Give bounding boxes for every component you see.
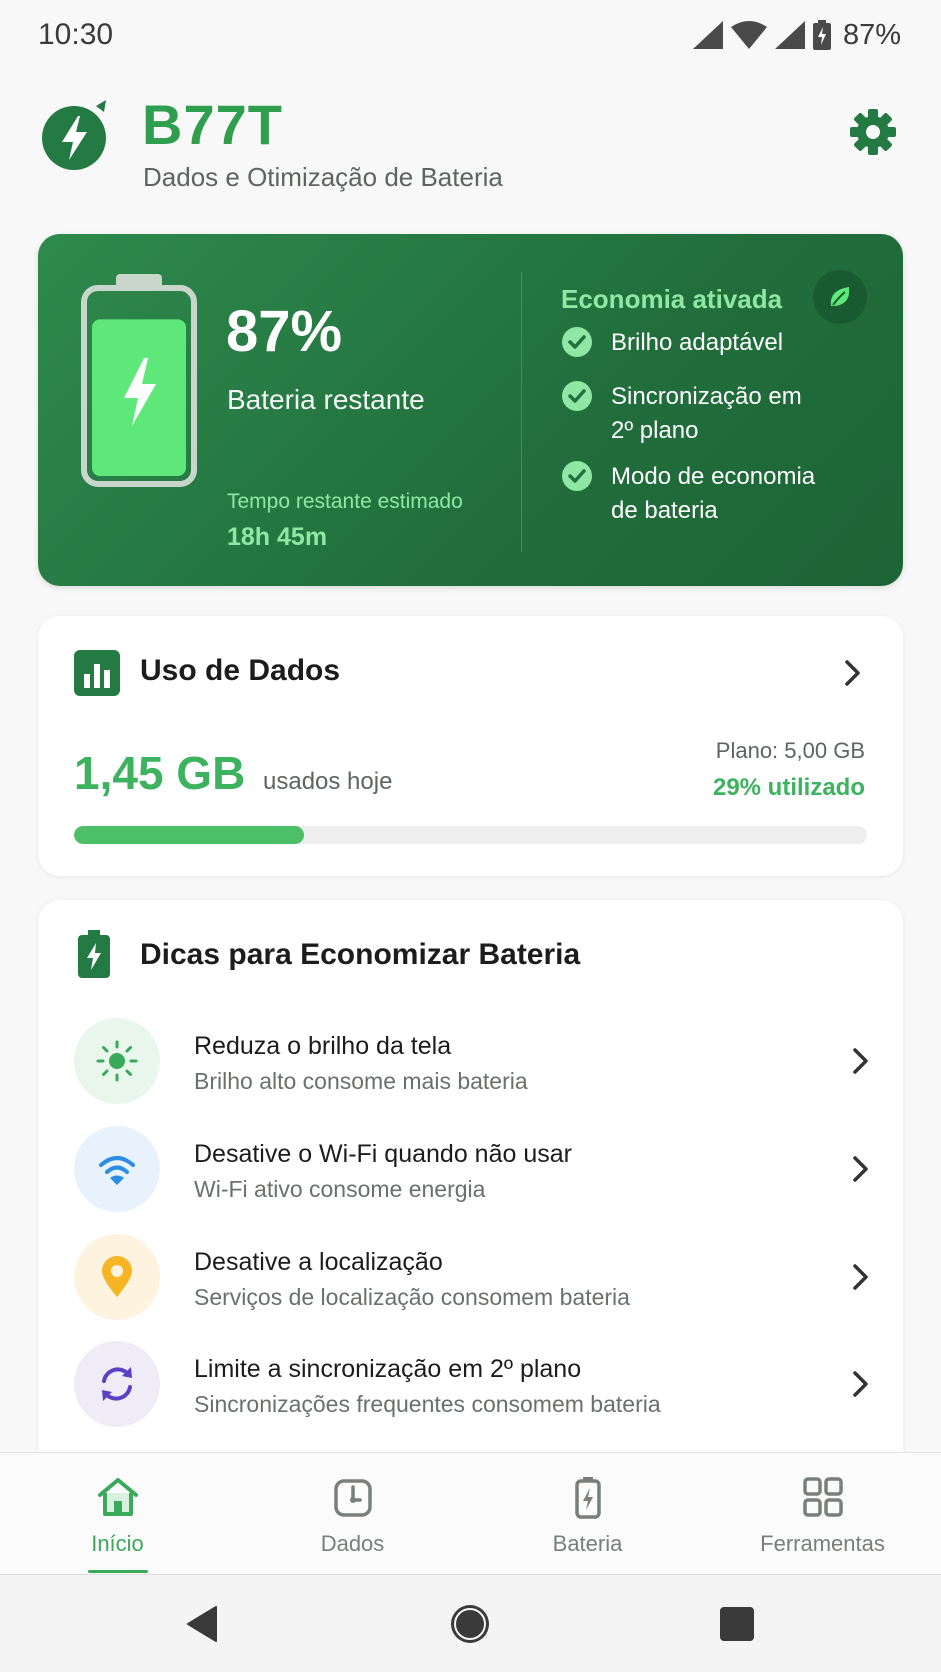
data-used-amount: 1,45 GB	[74, 747, 246, 799]
tip-title: Reduza o brilho da tela	[194, 1032, 452, 1060]
gear-icon	[850, 109, 896, 155]
tip-icon-circle	[74, 1341, 160, 1427]
battery-icon	[574, 1477, 601, 1519]
tip-item-sync[interactable]: Limite a sincronização em 2º plano Sincr…	[74, 1341, 874, 1431]
battery-bolt-icon	[78, 930, 110, 978]
battery-remaining-label: Bateria restante	[227, 384, 425, 415]
settings-button[interactable]	[845, 104, 901, 160]
battery-status-card: 87% Bateria restante Tempo restante esti…	[38, 234, 903, 586]
eco-item: Sincronização em 2º plano	[561, 380, 881, 448]
chevron-right-icon	[853, 1264, 868, 1290]
tip-subtitle: Brilho alto consome mais bateria	[194, 1068, 528, 1094]
back-icon[interactable]	[180, 1601, 226, 1647]
battery-tips-card: Dicas para Economizar Bateria Reduza o b…	[38, 900, 903, 1460]
data-used-suffix: usados hoje	[263, 768, 393, 795]
tip-item-wifi[interactable]: Desative o Wi-Fi quando não usar Wi-Fi a…	[74, 1126, 874, 1216]
chevron-right-icon	[853, 1156, 868, 1182]
app-title: B77T	[142, 93, 283, 156]
data-usage-title: Uso de Dados	[140, 654, 341, 687]
tip-title: Limite a sincronização em 2º plano	[194, 1355, 582, 1383]
status-time: 10:30	[38, 18, 114, 51]
chevron-right-icon	[853, 1371, 868, 1397]
app-header: B77T Dados e Otimização de Bateria	[40, 92, 901, 202]
chevron-right-icon[interactable]	[837, 656, 867, 690]
tip-item-brightness[interactable]: Reduza o brilho da tela Brilho alto cons…	[74, 1018, 874, 1108]
eco-item-label: Modo de economia de bateria	[611, 463, 816, 524]
eco-item-label: Brilho adaptável	[611, 329, 784, 356]
app-subtitle: Dados e Otimização de Bateria	[143, 162, 503, 192]
nav-item-bateria[interactable]: Bateria	[470, 1453, 705, 1575]
tip-icon-circle	[74, 1234, 160, 1320]
wifi-icon	[99, 1156, 135, 1185]
status-bar: 10:30 87%	[0, 0, 941, 70]
check-icon	[562, 327, 592, 357]
data-usage-card[interactable]: Uso de Dados 1,45 GB usados hoje Plano: …	[38, 616, 903, 876]
bolt-icon	[42, 100, 106, 170]
data-usage-icon	[333, 1479, 372, 1517]
status-battery-percent: 87%	[842, 18, 901, 51]
nav-active-indicator	[87, 1570, 148, 1573]
nav-item-inicio[interactable]: Início	[0, 1453, 235, 1575]
home-icon	[97, 1478, 138, 1516]
battery-icon	[812, 20, 831, 50]
location-pin-icon	[102, 1256, 132, 1297]
tip-title: Desative a localização	[194, 1248, 443, 1276]
bar-chart-icon	[74, 650, 120, 696]
check-icon	[562, 381, 592, 411]
status-icons: 87%	[692, 18, 901, 52]
chevron-right-icon	[853, 1048, 868, 1074]
check-icon	[562, 461, 592, 491]
tip-title: Desative o Wi-Fi quando não usar	[194, 1140, 572, 1168]
home-circle-icon[interactable]	[447, 1601, 493, 1647]
signal-icon	[692, 21, 723, 49]
time-remaining-value: 18h 45m	[227, 523, 328, 551]
recents-icon[interactable]	[714, 1601, 760, 1647]
wifi-icon	[730, 21, 767, 49]
tip-subtitle: Serviços de localização consomem bateria	[194, 1284, 630, 1310]
sync-icon	[102, 1367, 132, 1401]
battery-level-graphic	[81, 274, 197, 487]
time-remaining-label: Tempo restante estimado	[227, 490, 463, 513]
tip-subtitle: Sincronizações frequentes consomem bater…	[194, 1391, 661, 1417]
nav-item-dados[interactable]: Dados	[235, 1453, 470, 1575]
signal-icon	[774, 21, 805, 49]
tip-icon-circle	[74, 1126, 160, 1212]
eco-item: Modo de economia de bateria	[561, 460, 881, 528]
tip-subtitle: Wi-Fi ativo consome energia	[194, 1176, 486, 1202]
card-divider	[521, 272, 522, 552]
battery-percent: 87%	[226, 299, 343, 364]
data-plan: Plano: 5,00 GB	[715, 738, 865, 763]
nav-label: Ferramentas	[760, 1531, 885, 1556]
nav-label: Dados	[320, 1531, 385, 1556]
leaf-icon	[813, 270, 867, 324]
eco-item: Brilho adaptável	[561, 326, 881, 360]
nav-item-ferramentas[interactable]: Ferramentas	[705, 1453, 940, 1575]
eco-item-label: Sincronização em 2º plano	[611, 383, 802, 444]
data-used-percent: 29% utilizado	[712, 774, 865, 801]
eco-mode-title: Economia ativada	[561, 284, 783, 314]
data-usage-progress-fill	[74, 826, 304, 844]
sun-icon	[96, 1040, 138, 1082]
bottom-navigation: Início Dados Bateria Ferramentas	[0, 1452, 941, 1574]
grid-icon	[802, 1477, 843, 1517]
tips-title: Dicas para Economizar Bateria	[140, 938, 581, 971]
system-navigation-bar	[0, 1574, 941, 1672]
tip-item-location[interactable]: Desative a localização Serviços de local…	[74, 1234, 874, 1324]
nav-label: Início	[91, 1531, 144, 1556]
tip-icon-circle	[74, 1018, 160, 1104]
data-usage-progress-bar	[74, 826, 867, 844]
nav-label: Bateria	[552, 1531, 623, 1556]
